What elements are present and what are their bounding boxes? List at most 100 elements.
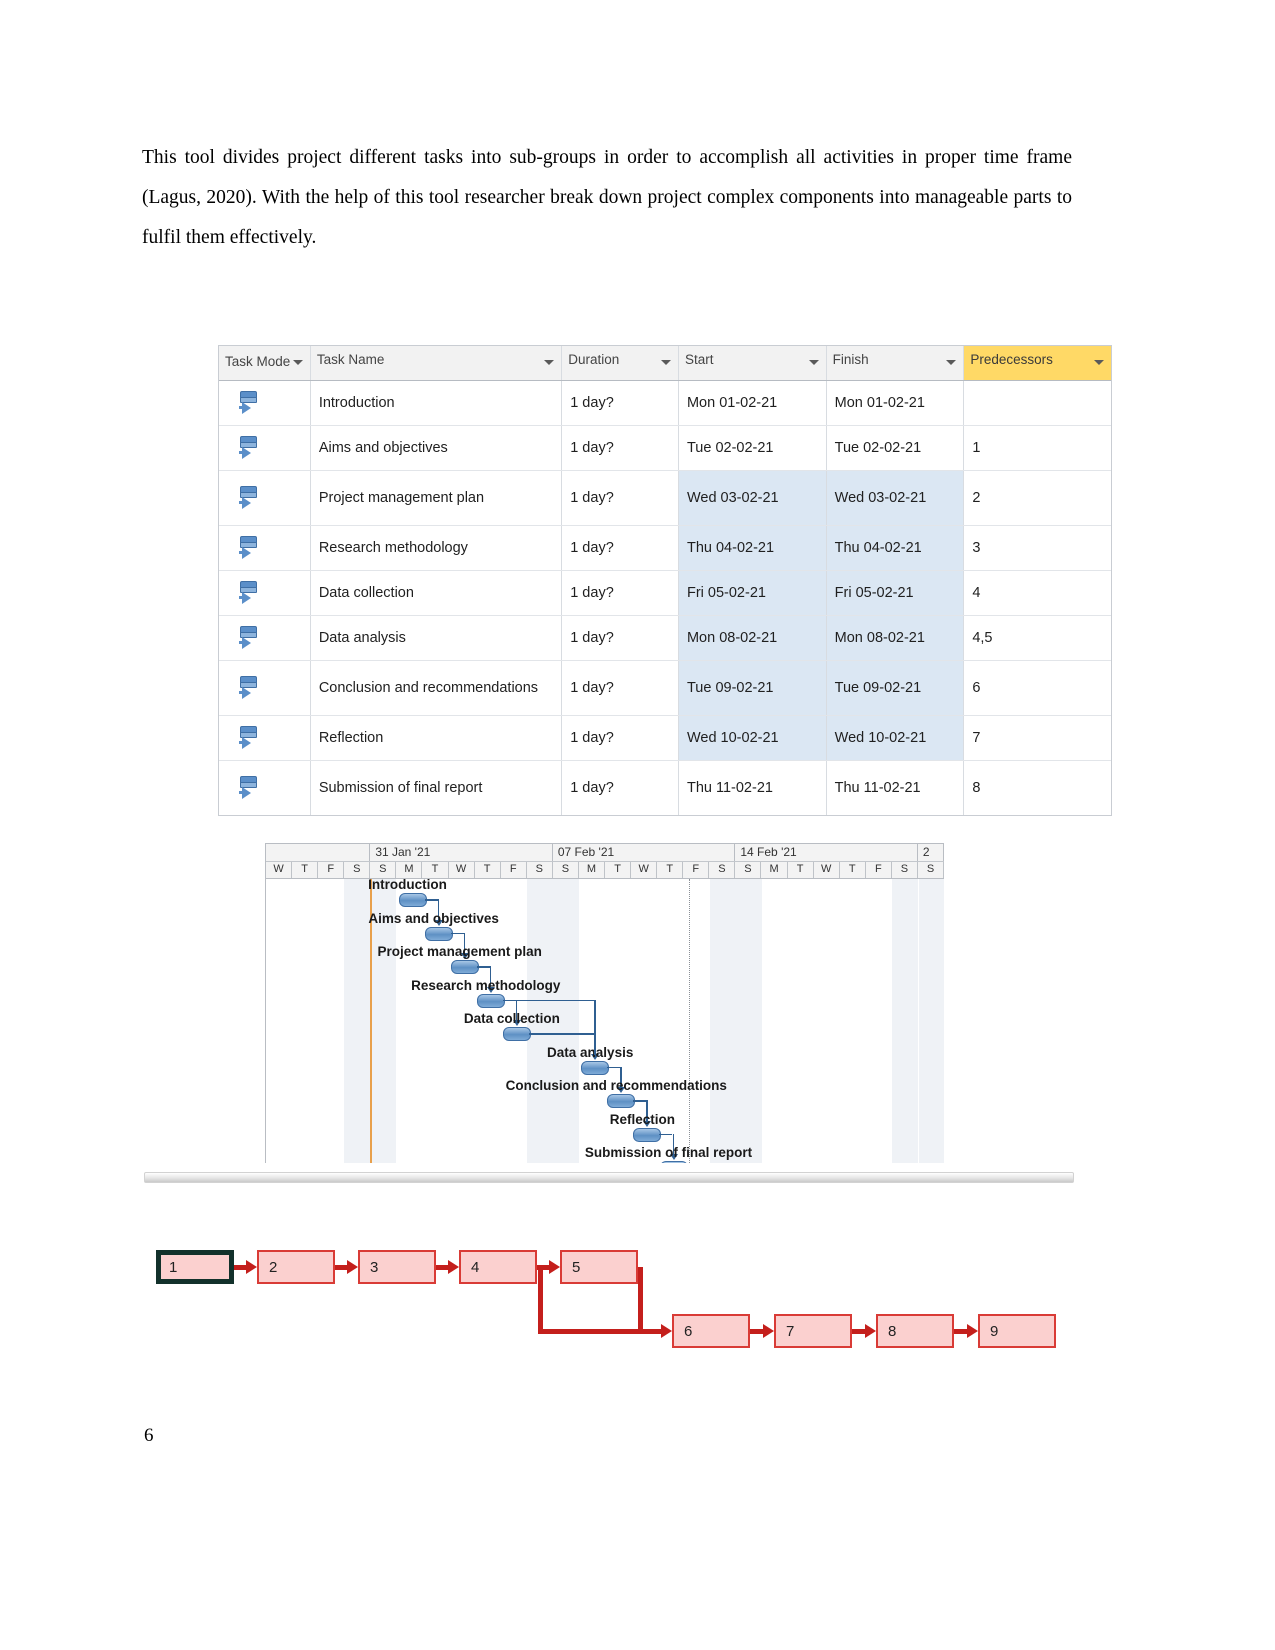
table-row[interactable]: Submission of final report 1 day? Thu 11-0… [219,761,1111,815]
cell-task-mode[interactable] [219,616,311,660]
chevron-down-icon[interactable] [946,360,957,365]
network-node[interactable]: 9 [978,1314,1056,1348]
cell-task-name[interactable]: Submission of final report [311,761,563,815]
cell-finish[interactable]: Thu 04-02-21 [826,526,965,570]
network-node[interactable]: 3 [358,1250,436,1284]
cell-predecessors[interactable]: 6 [964,661,1111,715]
cell-predecessors[interactable]: 4 [964,571,1111,615]
network-node[interactable]: 2 [257,1250,335,1284]
cell-task-name[interactable]: Reflection [311,716,563,760]
gantt-task-bar[interactable] [607,1094,636,1108]
column-header-predecessors[interactable]: Predecessors [964,346,1112,380]
chevron-down-icon[interactable] [292,360,303,365]
cell-duration[interactable]: 1 day? [562,761,679,815]
table-row[interactable]: Project management plan 1 day? Wed 03-02-2… [219,471,1111,526]
gantt-dependency-line [450,932,464,934]
gantt-task-bar[interactable] [659,1161,688,1163]
cell-task-mode[interactable] [219,716,311,760]
cell-predecessors[interactable]: 2 [964,471,1111,525]
cell-task-name[interactable]: Research methodology [311,526,563,570]
cell-finish[interactable]: Mon 01-02-21 [827,381,965,425]
cell-task-mode[interactable] [219,471,311,525]
cell-task-mode[interactable] [219,761,311,815]
chevron-down-icon[interactable] [660,360,671,365]
table-row[interactable]: Aims and objectives 1 day? Tue 02-02-21 Tue… [219,426,1111,471]
cell-finish[interactable]: Tue 02-02-21 [827,426,965,470]
cell-start[interactable]: Fri 05-02-21 [678,571,827,615]
cell-predecessors[interactable]: 1 [964,426,1111,470]
gantt-task-bar[interactable] [476,993,505,1008]
network-node[interactable]: 7 [774,1314,852,1348]
cell-duration[interactable]: 1 day? [562,426,679,470]
cell-task-name[interactable]: Project management plan [311,471,563,525]
column-header-task-name[interactable]: Task Name [311,346,563,380]
chevron-down-icon[interactable] [544,360,555,365]
table-row[interactable]: Data analysis 1 day? Mon 08-02-21 Mon 08-02… [219,616,1111,661]
table-row[interactable]: Data collection 1 day? Fri 05-02-21 Fri 05-… [219,571,1111,616]
project-task-table[interactable]: Task Mode Task Name Duration Start Finis… [218,345,1112,816]
cell-start[interactable]: Thu 11-02-21 [679,761,827,815]
gantt-task-bar[interactable] [398,893,427,907]
cell-task-name[interactable]: Aims and objectives [311,426,563,470]
cell-finish[interactable]: Tue 09-02-21 [826,661,965,715]
cell-start[interactable]: Mon 08-02-21 [678,616,827,660]
cell-task-mode[interactable] [219,526,311,570]
cell-start[interactable]: Tue 09-02-21 [678,661,827,715]
column-header-start[interactable]: Start [679,346,827,380]
cell-finish[interactable]: Wed 10-02-21 [826,716,965,760]
cell-predecessors[interactable]: 7 [964,716,1111,760]
cell-start[interactable]: Tue 02-02-21 [679,426,827,470]
gantt-task-label: Submission of final report [584,1145,753,1160]
cell-finish[interactable]: Fri 05-02-21 [826,571,965,615]
cell-finish[interactable]: Mon 08-02-21 [826,616,965,660]
gantt-task-bar[interactable] [581,1060,610,1075]
gantt-chart[interactable]: 31 Jan '21 07 Feb '21 14 Feb '21 2 WTFSSMTW… [265,843,944,1163]
cell-duration[interactable]: 1 day? [562,616,679,660]
network-arrow-icon [967,1324,978,1338]
cell-duration[interactable]: 1 day? [562,571,679,615]
cell-finish[interactable]: Wed 03-02-21 [826,471,965,525]
table-row[interactable]: Research methodology 1 day? Thu 04-02-21 Th… [219,526,1111,571]
gantt-task-bar[interactable] [633,1127,662,1142]
cell-duration[interactable]: 1 day? [562,471,679,525]
gantt-task-bar[interactable] [502,1027,531,1041]
cell-task-name[interactable]: Data analysis [311,616,563,660]
cell-duration[interactable]: 1 day? [562,661,679,715]
cell-finish[interactable]: Thu 11-02-21 [827,761,965,815]
network-node[interactable]: 4 [459,1250,537,1284]
cell-duration[interactable]: 1 day? [562,526,679,570]
table-row[interactable]: Conclusion and recommendations 1 day? Tue … [219,661,1111,716]
network-node[interactable]: 1 [156,1250,234,1284]
cell-predecessors[interactable]: 3 [964,526,1111,570]
cell-task-mode[interactable] [219,381,311,425]
table-row[interactable]: Introduction 1 day? Mon 01-02-21 Mon 01-02-… [219,381,1111,426]
network-node[interactable]: 6 [672,1314,750,1348]
gantt-canvas[interactable]: Introduction Aims and objectives Project m… [266,877,944,1163]
cell-start[interactable]: Wed 10-02-21 [678,716,827,760]
cell-task-name[interactable]: Introduction [311,381,563,425]
cell-task-name[interactable]: Conclusion and recommendations [311,661,563,715]
cell-task-mode[interactable] [219,661,311,715]
column-header-task-mode[interactable]: Task Mode [219,346,311,380]
cell-start[interactable]: Wed 03-02-21 [678,471,827,525]
network-node[interactable]: 5 [560,1250,638,1284]
cell-start[interactable]: Mon 01-02-21 [679,381,827,425]
cell-predecessors[interactable]: 4,5 [964,616,1111,660]
table-row[interactable]: Reflection 1 day? Wed 10-02-21 Wed 10-02-21… [219,716,1111,761]
gantt-task-bar[interactable] [424,926,453,941]
column-header-duration[interactable]: Duration [562,346,679,380]
column-header-finish[interactable]: Finish [827,346,965,380]
cell-predecessors[interactable]: 8 [964,761,1111,815]
cell-duration[interactable]: 1 day? [562,381,679,425]
chevron-down-icon[interactable] [1094,360,1105,365]
network-diagram[interactable]: 1 2 3 4 5 6 7 8 9 [144,1190,1074,1348]
network-node[interactable]: 8 [876,1314,954,1348]
cell-predecessors[interactable] [964,381,1111,425]
cell-task-mode[interactable] [219,571,311,615]
cell-start[interactable]: Thu 04-02-21 [678,526,827,570]
cell-task-name[interactable]: Data collection [311,571,563,615]
gantt-task-bar[interactable] [450,960,479,974]
cell-duration[interactable]: 1 day? [562,716,679,760]
chevron-down-icon[interactable] [808,360,819,365]
cell-task-mode[interactable] [219,426,311,470]
